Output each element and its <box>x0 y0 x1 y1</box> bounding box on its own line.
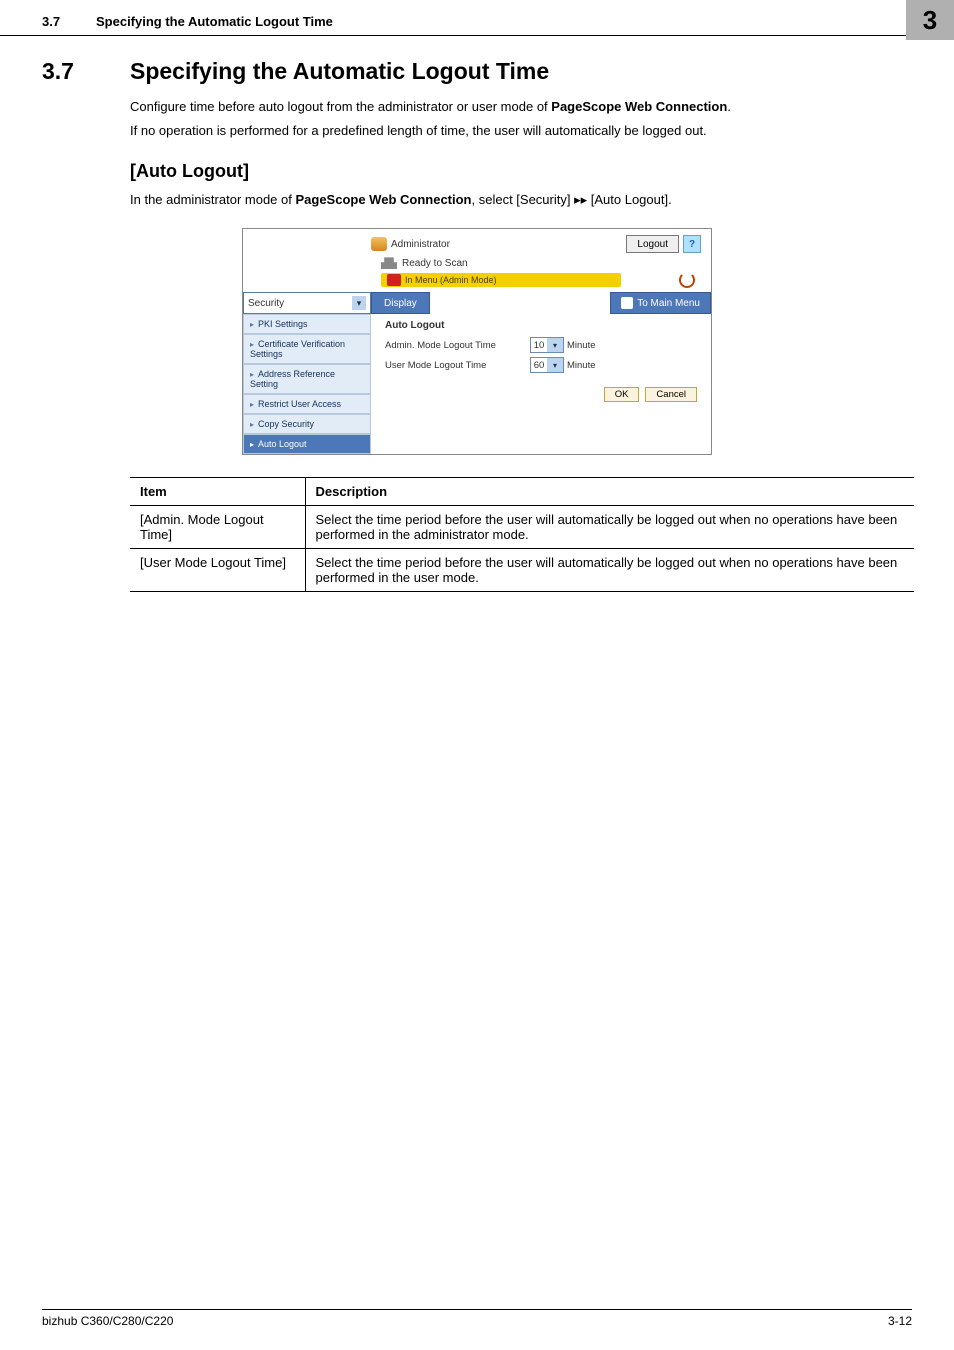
section-heading-number: 3.7 <box>42 58 102 85</box>
display-button[interactable]: Display <box>371 292 430 314</box>
table-cell-desc: Select the time period before the user w… <box>305 506 914 549</box>
sidebar-item-pki-settings[interactable]: ▸PKI Settings <box>243 314 371 334</box>
warning-icon <box>387 274 401 286</box>
user-logout-time-label: User Mode Logout Time <box>385 360 530 371</box>
category-select[interactable]: Security ▾ <box>243 292 371 314</box>
printer-icon <box>381 257 397 269</box>
administrator-label: Administrator <box>371 237 450 251</box>
logout-button[interactable]: Logout <box>626 235 679 253</box>
sub-paragraph: In the administrator mode of PageScope W… <box>130 190 912 210</box>
cancel-button[interactable]: Cancel <box>645 387 697 402</box>
header-section-number: 3.7 <box>42 14 96 29</box>
panel-title: Auto Logout <box>385 320 701 331</box>
table-cell-item: [User Mode Logout Time] <box>130 549 305 592</box>
intro-paragraph-1: Configure time before auto logout from t… <box>130 97 912 117</box>
status-ready-row: Ready to Scan <box>381 257 701 269</box>
table-cell-item: [Admin. Mode Logout Time] <box>130 506 305 549</box>
help-button[interactable]: ? <box>683 235 701 253</box>
chevron-down-icon: ▾ <box>547 338 563 352</box>
table-row: [User Mode Logout Time] Select the time … <box>130 549 914 592</box>
sidebar: ▸PKI Settings ▸Certificate Verification … <box>243 314 371 454</box>
table-header-description: Description <box>305 478 914 506</box>
section-heading-title: Specifying the Automatic Logout Time <box>130 58 549 85</box>
sub-heading-auto-logout: [Auto Logout] <box>130 161 912 182</box>
page-header: 3.7 Specifying the Automatic Logout Time <box>0 0 954 36</box>
admin-logout-time-row: Admin. Mode Logout Time 10▾ Minute <box>385 337 701 353</box>
user-logout-time-select[interactable]: 60▾ <box>530 357 564 373</box>
user-logout-time-unit: Minute <box>567 360 596 371</box>
intro-paragraph-2: If no operation is performed for a prede… <box>130 121 912 141</box>
admin-logout-time-select[interactable]: 10▾ <box>530 337 564 353</box>
sidebar-item-address-reference[interactable]: ▸Address Reference Setting <box>243 364 371 394</box>
status-mode-bar: In Menu (Admin Mode) <box>381 273 621 287</box>
chapter-badge: 3 <box>906 0 954 40</box>
menu-icon <box>621 297 633 309</box>
section-heading: 3.7 Specifying the Automatic Logout Time <box>42 58 912 85</box>
description-table: Item Description [Admin. Mode Logout Tim… <box>130 477 914 592</box>
sidebar-item-cert-verification[interactable]: ▸Certificate Verification Settings <box>243 334 371 364</box>
chevron-down-icon: ▾ <box>352 296 366 310</box>
header-section-title: Specifying the Automatic Logout Time <box>96 14 912 29</box>
table-row: [Admin. Mode Logout Time] Select the tim… <box>130 506 914 549</box>
page-footer: bizhub C360/C280/C220 3-12 <box>42 1309 912 1328</box>
to-main-menu-button[interactable]: To Main Menu <box>610 292 711 314</box>
admin-logout-time-unit: Minute <box>567 340 596 351</box>
footer-model: bizhub C360/C280/C220 <box>42 1314 173 1328</box>
sidebar-item-copy-security[interactable]: ▸Copy Security <box>243 414 371 434</box>
chevron-down-icon: ▾ <box>547 358 563 372</box>
sidebar-item-auto-logout[interactable]: ▸Auto Logout <box>243 434 371 454</box>
table-header-item: Item <box>130 478 305 506</box>
user-logout-time-row: User Mode Logout Time 60▾ Minute <box>385 357 701 373</box>
sidebar-item-restrict-user[interactable]: ▸Restrict User Access <box>243 394 371 414</box>
ok-button[interactable]: OK <box>604 387 640 402</box>
table-cell-desc: Select the time period before the user w… <box>305 549 914 592</box>
refresh-icon[interactable] <box>679 272 695 288</box>
admin-logout-time-label: Admin. Mode Logout Time <box>385 340 530 351</box>
administrator-icon <box>371 237 387 251</box>
screenshot-panel: Administrator Logout ? Ready to Scan In … <box>242 228 712 455</box>
footer-page-number: 3-12 <box>888 1314 912 1328</box>
